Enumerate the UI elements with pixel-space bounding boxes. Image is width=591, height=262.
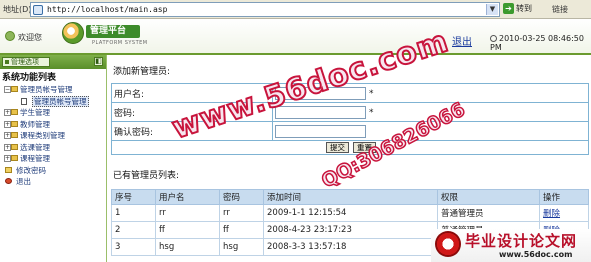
expand-icon[interactable]: + — [4, 109, 11, 116]
list-title: 已有管理员列表: — [113, 171, 180, 181]
add-admin-form: 用户名: * 密码: * 确认密码: 提交 重置 — [111, 83, 589, 155]
address-url[interactable]: http://localhost/main.asp — [47, 5, 167, 14]
address-dropdown-icon[interactable]: ▼ — [486, 4, 498, 15]
folder-icon — [11, 120, 18, 127]
password-input[interactable] — [275, 105, 366, 119]
address-label: 地址(D) — [3, 5, 32, 14]
table-header-row: 序号 用户名 密码 添加时间 权限 操作 — [111, 189, 589, 205]
column-header: 密码 — [219, 189, 264, 205]
links-button[interactable]: 链接 — [552, 4, 568, 15]
tree-item-courses[interactable]: + 课程管理 — [2, 153, 106, 165]
reset-button[interactable]: 重置 — [353, 142, 376, 153]
password-label: 密码: — [111, 102, 273, 122]
tree-item-admin-accounts-child[interactable]: 管理员帐号管理 — [2, 95, 106, 108]
cell-role: 普通管理员 — [437, 204, 540, 222]
badge-url: www.56doc.com — [499, 250, 573, 259]
welcome-text: 欢迎您 — [18, 33, 42, 42]
confirm-label: 确认密码: — [111, 121, 273, 141]
clock-icon — [490, 35, 497, 42]
expand-icon[interactable]: − — [4, 86, 11, 93]
cell-added-time: 2008-4-23 23:17:23 — [263, 221, 438, 239]
username-cell: * — [272, 83, 589, 103]
cell-password: ff — [219, 221, 264, 239]
tree-item-students[interactable]: + 学生管理 — [2, 107, 106, 119]
key-icon — [5, 166, 12, 173]
cell-index: 2 — [111, 221, 156, 239]
form-title: 添加新管理员: — [113, 67, 171, 77]
submit-button[interactable]: 提交 — [326, 142, 349, 153]
function-tree: 系统功能列表 − 管理员帐号管理 管理员帐号管理 + 学生管理 + 教师管理 + 课程类… — [0, 69, 106, 188]
cell-action: 删除 — [539, 204, 589, 222]
confirm-cell — [272, 121, 589, 141]
folder-icon — [11, 143, 18, 150]
options-label: 管理选项 — [2, 57, 50, 67]
folder-icon — [11, 155, 18, 161]
cell-index: 3 — [111, 238, 156, 256]
delete-link[interactable]: 删除 — [543, 209, 560, 219]
tree-item-logout[interactable]: 退出 — [2, 176, 106, 188]
column-header: 用户名 — [155, 189, 220, 205]
badge-logo-icon — [435, 231, 461, 257]
user-icon — [5, 31, 15, 41]
go-button[interactable]: ➔ 转到 — [503, 3, 532, 16]
logo-title: 管理平台 — [86, 25, 140, 38]
column-header: 权限 — [437, 189, 540, 205]
expand-icon[interactable]: + — [4, 155, 11, 162]
watermark-badge: 毕业设计论文网 www.56doc.com — [431, 229, 591, 262]
cell-added-time: 2008-3-3 13:57:18 — [263, 238, 438, 256]
tree-item-teachers[interactable]: + 教师管理 — [2, 119, 106, 131]
required-mark: * — [369, 107, 374, 118]
password-cell: * — [272, 102, 589, 122]
logo-icon — [62, 22, 84, 44]
button-cell: 提交 重置 — [111, 140, 589, 155]
expand-icon[interactable]: + — [4, 132, 11, 139]
required-mark: * — [369, 88, 374, 99]
tree-item-course-selection[interactable]: + 选课管理 — [2, 142, 106, 154]
cell-username: ff — [155, 221, 220, 239]
column-header: 添加时间 — [263, 189, 438, 205]
go-arrow-icon: ➔ — [503, 3, 514, 14]
tree-item-admin-accounts[interactable]: − 管理员帐号管理 — [2, 84, 106, 96]
datetime: 2010-03-25 08:46:50 PM — [490, 34, 591, 52]
folder-icon — [11, 132, 18, 138]
logout-link[interactable]: 退出 — [452, 33, 472, 48]
confirm-password-input[interactable] — [275, 124, 366, 138]
username-input[interactable] — [275, 86, 366, 100]
badge-text: 毕业设计论文网 — [465, 232, 578, 250]
logo-subtitle: PLATFORM SYSTEM — [92, 40, 148, 46]
cell-username: hsg — [155, 238, 220, 256]
column-header: 序号 — [111, 189, 156, 205]
collapse-icon[interactable]: ◧ — [94, 57, 103, 66]
page-icon — [21, 97, 27, 105]
sidebar-header: 管理选项 ◧ — [0, 55, 106, 69]
expand-icon[interactable]: + — [4, 120, 11, 128]
cell-password: hsg — [219, 238, 264, 256]
exit-icon — [5, 178, 12, 184]
tree-item-course-categories[interactable]: + 课程类别管理 — [2, 130, 106, 142]
datetime-text: 2010-03-25 08:46:50 PM — [490, 34, 584, 52]
app-header: 欢迎您 管理平台 PLATFORM SYSTEM 退出 2010-03-25 0… — [0, 19, 591, 55]
username-label: 用户名: — [111, 83, 273, 103]
column-header: 操作 — [539, 189, 589, 205]
tree-item-change-password[interactable]: 修改密码 — [2, 165, 106, 177]
cell-index: 1 — [111, 204, 156, 222]
address-bar: 地址(D) http://localhost/main.asp ▼ ➔ 转到 链接 — [0, 0, 591, 19]
table-row: 1 rr rr 2009-1-1 12:15:54 普通管理员 删除 — [111, 204, 589, 222]
folder-icon — [11, 109, 18, 115]
cell-username: rr — [155, 204, 220, 222]
go-label: 转到 — [516, 4, 532, 13]
page-icon — [33, 5, 43, 15]
tree-root: 系统功能列表 — [2, 73, 57, 83]
sidebar: 管理选项 ◧ 系统功能列表 − 管理员帐号管理 管理员帐号管理 + 学生管理 + 教师… — [0, 55, 107, 262]
expand-icon[interactable]: + — [4, 143, 11, 151]
folder-icon — [11, 86, 18, 92]
cell-added-time: 2009-1-1 12:15:54 — [263, 204, 438, 222]
cell-password: rr — [219, 204, 264, 222]
address-input[interactable]: http://localhost/main.asp ▼ — [30, 2, 500, 17]
